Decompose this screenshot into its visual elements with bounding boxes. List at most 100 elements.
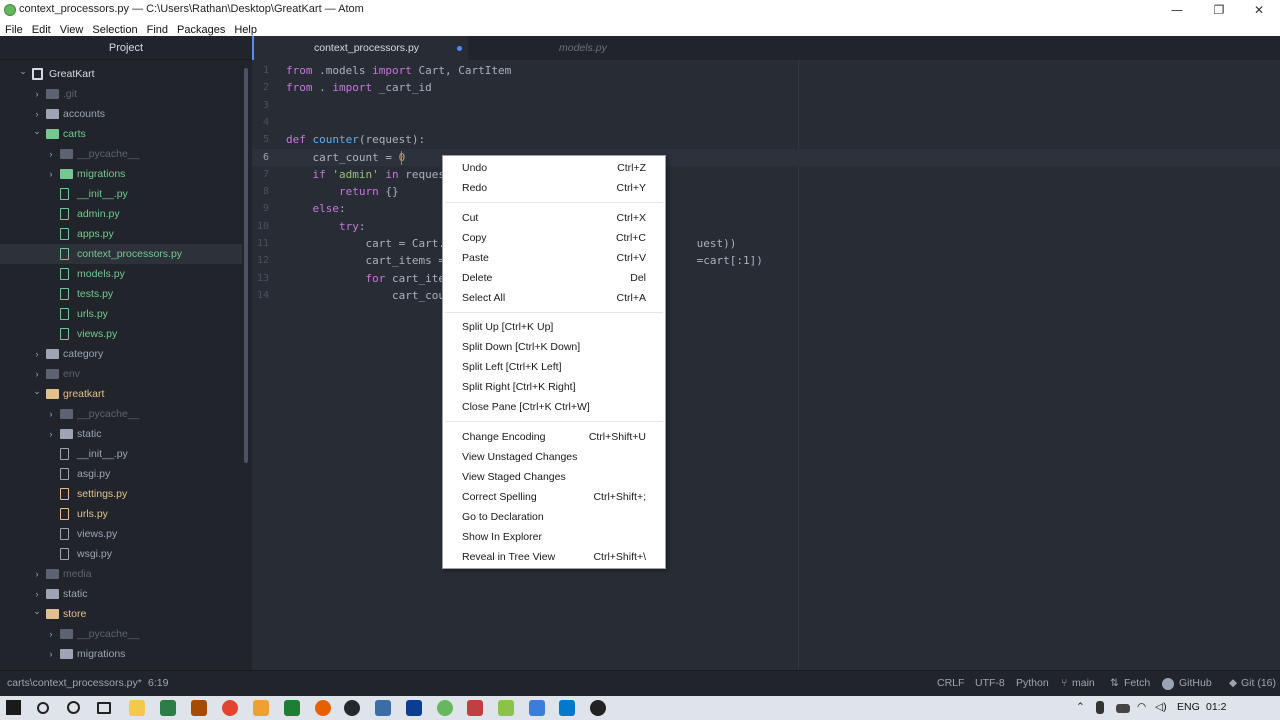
context-menu-item[interactable]: Correct Spelling Ctrl+Shift+; (443, 487, 665, 507)
git-gui-icon[interactable] (467, 700, 483, 716)
windows-start-icon[interactable] (6, 700, 21, 715)
terminal-icon[interactable] (284, 700, 300, 716)
chevron-down-icon[interactable]: ⌄ (32, 121, 42, 141)
tree-item[interactable]: admin.py (0, 204, 242, 224)
tree-item[interactable]: views.py (0, 524, 242, 544)
app-icon-dark[interactable] (590, 700, 606, 716)
code-line[interactable]: 6 cart_count = 0 (252, 148, 1280, 166)
chevron-right-icon[interactable]: › (46, 404, 56, 424)
chevron-right-icon[interactable]: › (32, 344, 42, 364)
wifi-icon[interactable]: ◠ (1137, 701, 1146, 713)
context-menu-item[interactable]: Split Down [Ctrl+K Down] (443, 337, 665, 357)
tree-item[interactable]: › __pycache__ (0, 144, 242, 164)
code-line[interactable]: 13 for cart_ite (252, 270, 1280, 287)
app-icon-lime[interactable] (498, 700, 514, 716)
status-cursor-position[interactable]: 6:19 (148, 677, 168, 689)
code-line[interactable]: 8 return {} (252, 183, 1280, 200)
chevron-right-icon[interactable]: › (46, 164, 56, 184)
context-menu-item[interactable]: Change Encoding Ctrl+Shift+U (443, 427, 665, 447)
tree-item[interactable]: › static (0, 424, 242, 444)
code-line[interactable]: 2 from . import _cart_id (252, 79, 1280, 96)
chevron-right-icon[interactable]: › (46, 424, 56, 444)
context-menu-item[interactable]: Split Up [Ctrl+K Up] (443, 317, 665, 337)
maximize-button[interactable]: ❐ (1199, 0, 1239, 20)
sublime-icon[interactable] (191, 700, 207, 716)
tree-header[interactable]: Project (0, 36, 252, 60)
battery-icon[interactable] (1116, 704, 1130, 713)
chevron-right-icon[interactable]: › (46, 644, 56, 664)
context-menu-item[interactable]: Select All Ctrl+A (443, 288, 665, 308)
tree-item[interactable]: › migrations (0, 644, 242, 664)
tree-item[interactable]: › .git (0, 84, 242, 104)
tree-item[interactable]: views.py (0, 324, 242, 344)
clock[interactable]: 01:2 (1206, 701, 1226, 713)
chrome-icon[interactable] (222, 700, 238, 716)
chevron-right-icon[interactable]: › (46, 624, 56, 644)
context-menu-item[interactable]: Copy Ctrl+C (443, 228, 665, 248)
tree-item[interactable]: tests.py (0, 284, 242, 304)
chevron-right-icon[interactable]: › (32, 84, 42, 104)
status-branch[interactable]: main (1072, 677, 1095, 689)
status-git[interactable]: Git (16) (1241, 677, 1276, 689)
chevron-down-icon[interactable]: ⌄ (32, 601, 42, 621)
remote-desktop-icon[interactable] (375, 700, 391, 716)
tab-models[interactable]: models.py (468, 36, 696, 60)
context-menu-item[interactable]: View Unstaged Changes (443, 447, 665, 467)
chevron-right-icon[interactable]: › (32, 564, 42, 584)
tab-context-processors[interactable]: context_processors.py (252, 36, 468, 60)
code-line[interactable]: 9 else: (252, 200, 1280, 217)
app-icon-navy[interactable] (406, 700, 422, 716)
tree-item[interactable]: wsgi.py (0, 544, 242, 564)
context-menu-item[interactable]: Split Left [Ctrl+K Left] (443, 357, 665, 377)
task-view-icon[interactable] (97, 702, 111, 714)
status-github[interactable]: GitHub (1179, 677, 1212, 689)
context-menu-item[interactable]: Paste Ctrl+V (443, 248, 665, 268)
tree-item[interactable]: › migrations (0, 164, 242, 184)
context-menu-item[interactable]: Undo Ctrl+Z (443, 158, 665, 178)
tree-item[interactable]: ⌄ store (0, 604, 242, 624)
microphone-icon[interactable] (1096, 701, 1104, 714)
tree-scrollbar[interactable] (244, 68, 248, 463)
context-menu-item[interactable]: Cut Ctrl+X (443, 208, 665, 228)
code-line[interactable]: 5 def counter(request): (252, 131, 1280, 148)
context-menu-item[interactable]: Reveal in Tree View Ctrl+Shift+\ (443, 547, 665, 567)
tree-item[interactable]: models.py (0, 264, 242, 284)
context-menu-item[interactable]: Show In Explorer (443, 527, 665, 547)
chevron-down-icon[interactable]: ⌄ (18, 61, 28, 81)
context-menu-item[interactable]: Close Pane [Ctrl+K Ctrl+W] (443, 397, 665, 417)
firefox-icon[interactable] (315, 700, 331, 716)
context-menu-item[interactable]: Redo Ctrl+Y (443, 178, 665, 198)
tree-item[interactable]: asgi.py (0, 464, 242, 484)
status-grammar[interactable]: Python (1016, 677, 1049, 689)
tree-item[interactable]: urls.py (0, 504, 242, 524)
code-line[interactable]: 11 cart = Cart. uest)) (252, 235, 1280, 252)
tree-item[interactable]: __init__.py (0, 184, 242, 204)
file-explorer-icon[interactable] (129, 700, 145, 716)
tree-item[interactable]: __init__.py (0, 444, 242, 464)
context-menu-item[interactable]: Go to Declaration (443, 507, 665, 527)
tree-item[interactable]: › category (0, 344, 242, 364)
app-icon-green[interactable] (160, 700, 176, 716)
code-line[interactable]: 4 (252, 114, 1280, 131)
tree-item[interactable]: › media (0, 564, 242, 584)
code-line[interactable]: 14 cart_cou (252, 287, 1280, 304)
tree-item[interactable]: ⌄ greatkart (0, 384, 242, 404)
tree-item[interactable]: context_processors.py (0, 244, 242, 264)
status-line-ending[interactable]: CRLF (937, 677, 964, 689)
tree-item[interactable]: › __pycache__ (0, 624, 242, 644)
app-icon-orange[interactable] (253, 700, 269, 716)
search-icon[interactable] (37, 702, 49, 714)
context-menu-item[interactable]: Delete Del (443, 268, 665, 288)
code-editor[interactable]: 1 from .models import Cart, CartItem 2 from… (252, 60, 1280, 670)
tree-item[interactable]: urls.py (0, 304, 242, 324)
tree-item[interactable]: apps.py (0, 224, 242, 244)
context-menu-item[interactable]: Split Right [Ctrl+K Right] (443, 377, 665, 397)
chevron-right-icon[interactable]: › (46, 144, 56, 164)
context-menu-item[interactable]: View Staged Changes (443, 467, 665, 487)
tree-item[interactable]: ⌄ GreatKart (0, 64, 242, 84)
volume-icon[interactable]: ◁) (1155, 701, 1167, 713)
language-indicator[interactable]: ENG (1177, 701, 1200, 713)
code-line[interactable]: 7 if 'admin' in request (252, 166, 1280, 183)
code-line[interactable]: 1 from .models import Cart, CartItem (252, 62, 1280, 79)
code-line[interactable]: 12 cart_items = =cart[:1]) (252, 252, 1280, 269)
